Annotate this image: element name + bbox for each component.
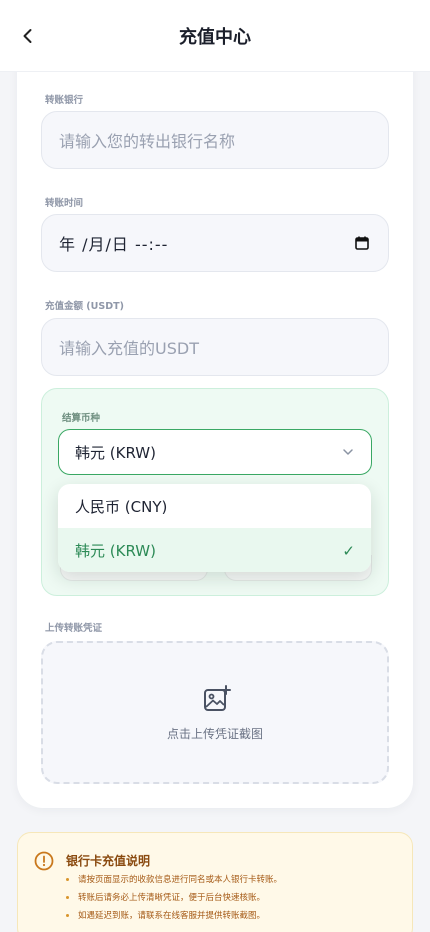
amount-label: 充值金额 (USDT)	[45, 301, 124, 312]
bank-input[interactable]: 请输入您的转出银行名称	[41, 111, 389, 169]
settlement-label: 结算币种	[62, 413, 101, 424]
notice-box: 银行卡充值说明 请按页面显示的收款信息进行同名或本人银行卡转账。 转账后请务必上…	[17, 832, 413, 932]
upload-label: 上传转账凭证	[45, 623, 103, 634]
notice-title: 银行卡充值说明	[66, 854, 151, 868]
notice-list: 请按页面显示的收款信息进行同名或本人银行卡转账。 转账后请务必上传清晰凭证，便于…	[65, 873, 282, 927]
upload-area[interactable]: 点击上传凭证截图	[41, 641, 389, 784]
back-button[interactable]	[14, 22, 42, 50]
bank-label: 转账银行	[45, 95, 84, 106]
amount-input[interactable]: 请输入充值的USDT	[41, 318, 389, 376]
image-add-icon	[204, 685, 231, 711]
time-value: 年 /月/日 --:--	[59, 235, 169, 254]
top-bar: 充值中心	[0, 0, 430, 72]
chevron-left-icon	[23, 29, 32, 43]
page-title: 充值中心	[179, 26, 251, 48]
warning-circle-icon	[34, 851, 54, 871]
settlement-dropdown: 人民币 (CNY) 韩元 (KRW) ✓	[58, 484, 371, 572]
option-cny[interactable]: 人民币 (CNY)	[58, 484, 371, 528]
calendar-icon[interactable]	[354, 235, 370, 251]
option-label: 人民币 (CNY)	[75, 497, 168, 516]
settlement-selected-value: 韩元 (KRW)	[75, 443, 156, 462]
notice-item: 如遇延迟到账，请联系在线客服并提供转账截图。	[65, 909, 282, 927]
upload-text: 点击上传凭证截图	[166, 727, 263, 741]
option-krw[interactable]: 韩元 (KRW) ✓	[58, 528, 371, 572]
time-input[interactable]: 年 /月/日 --:--	[41, 214, 389, 272]
check-icon: ✓	[342, 542, 355, 560]
chevron-down-icon	[343, 449, 353, 455]
time-label: 转账时间	[45, 198, 84, 209]
settlement-select[interactable]: 韩元 (KRW)	[58, 429, 372, 475]
notice-item: 请按页面显示的收款信息进行同名或本人银行卡转账。	[65, 873, 282, 891]
option-label: 韩元 (KRW)	[75, 541, 156, 560]
notice-item: 转账后请务必上传清晰凭证，便于后台快速核账。	[65, 891, 282, 909]
